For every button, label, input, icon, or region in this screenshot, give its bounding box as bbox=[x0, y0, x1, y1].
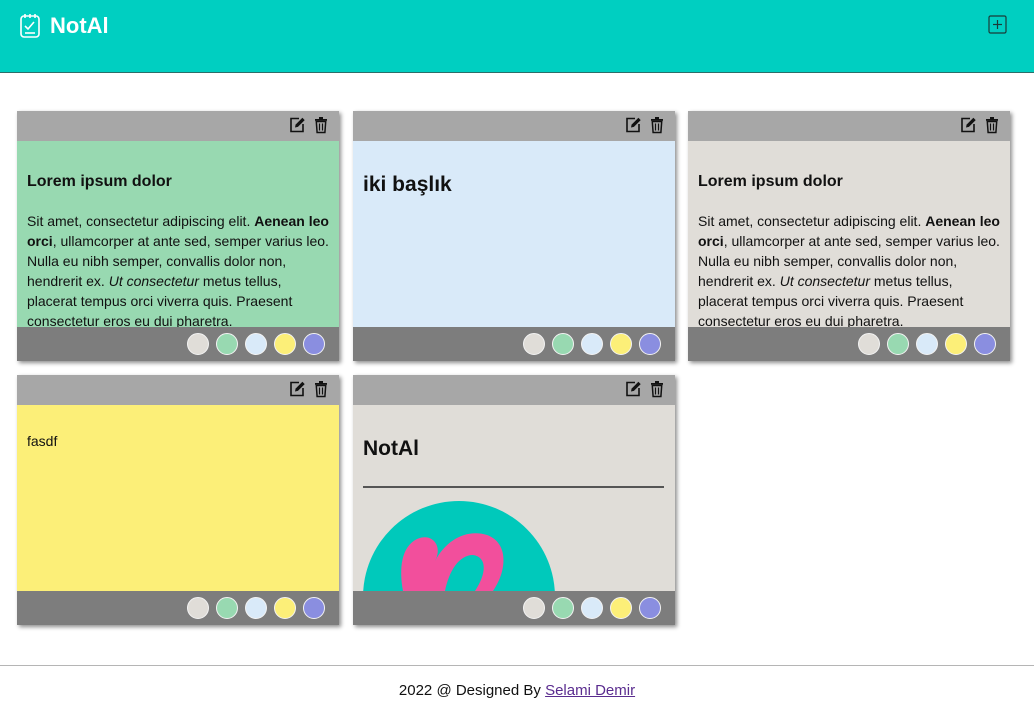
color-picker bbox=[353, 591, 675, 625]
color-swatch-grey[interactable] bbox=[858, 333, 880, 355]
color-swatch-green[interactable] bbox=[216, 597, 238, 619]
note-text: Sit amet, consectetur adipiscing elit. A… bbox=[698, 213, 1000, 327]
footer-divider bbox=[0, 665, 1034, 666]
note-text: Sit amet, consectetur adipiscing elit. A… bbox=[27, 213, 329, 327]
note-text: fasdf bbox=[27, 433, 58, 449]
color-swatch-blue[interactable] bbox=[581, 333, 603, 355]
color-swatch-grey[interactable] bbox=[187, 333, 209, 355]
author-link[interactable]: Selami Demir bbox=[545, 682, 635, 699]
edit-icon[interactable] bbox=[624, 380, 642, 398]
trash-icon[interactable] bbox=[983, 116, 1001, 134]
note-toolbar bbox=[353, 111, 675, 141]
color-swatch-yellow[interactable] bbox=[610, 597, 632, 619]
teal-circle-pink-logo-image bbox=[363, 501, 555, 591]
color-picker bbox=[353, 327, 675, 361]
brand[interactable]: NotAl bbox=[18, 10, 109, 42]
app-header: NotAl bbox=[0, 0, 1034, 73]
notepad-check-icon bbox=[20, 14, 40, 38]
color-swatch-green[interactable] bbox=[552, 597, 574, 619]
note-card: NotAl bbox=[353, 375, 675, 625]
edit-icon[interactable] bbox=[288, 380, 306, 398]
note-toolbar bbox=[688, 111, 1010, 141]
note-card: Lorem ipsum dolor Sit amet, consectetur … bbox=[688, 111, 1010, 361]
color-swatch-blue[interactable] bbox=[581, 597, 603, 619]
note-content[interactable]: NotAl bbox=[353, 405, 675, 591]
note-card: Lorem ipsum dolor Sit amet, consectetur … bbox=[17, 111, 339, 361]
note-toolbar bbox=[353, 375, 675, 405]
color-swatch-blue[interactable] bbox=[245, 333, 267, 355]
color-swatch-purple[interactable] bbox=[639, 597, 661, 619]
color-swatch-purple[interactable] bbox=[303, 597, 325, 619]
trash-icon[interactable] bbox=[648, 116, 666, 134]
note-title: Lorem ipsum dolor bbox=[27, 173, 172, 190]
footer-text: 2022 @ Designed By bbox=[398, 682, 546, 699]
trash-icon[interactable] bbox=[312, 116, 330, 134]
edit-icon[interactable] bbox=[288, 116, 306, 134]
edit-icon[interactable] bbox=[624, 116, 642, 134]
color-swatch-yellow[interactable] bbox=[610, 333, 632, 355]
color-swatch-yellow[interactable] bbox=[274, 333, 296, 355]
note-content[interactable]: Lorem ipsum dolor Sit amet, consectetur … bbox=[17, 141, 339, 327]
divider bbox=[363, 486, 664, 488]
note-content[interactable]: fasdf bbox=[17, 405, 339, 591]
color-swatch-blue[interactable] bbox=[245, 597, 267, 619]
color-swatch-green[interactable] bbox=[887, 333, 909, 355]
add-note-button[interactable] bbox=[987, 14, 1009, 36]
note-toolbar bbox=[17, 111, 339, 141]
edit-icon[interactable] bbox=[959, 116, 977, 134]
note-card: iki başlık bbox=[353, 111, 675, 361]
color-swatch-purple[interactable] bbox=[974, 333, 996, 355]
note-title: iki başlık bbox=[363, 173, 452, 196]
color-swatch-yellow[interactable] bbox=[274, 597, 296, 619]
app-title: NotAl bbox=[50, 13, 109, 38]
note-content[interactable]: Lorem ipsum dolor Sit amet, consectetur … bbox=[688, 141, 1010, 327]
color-swatch-yellow[interactable] bbox=[945, 333, 967, 355]
color-swatch-grey[interactable] bbox=[523, 333, 545, 355]
color-swatch-blue[interactable] bbox=[916, 333, 938, 355]
note-toolbar bbox=[17, 375, 339, 405]
color-picker bbox=[688, 327, 1010, 361]
color-swatch-green[interactable] bbox=[552, 333, 574, 355]
color-swatch-purple[interactable] bbox=[303, 333, 325, 355]
color-picker bbox=[17, 327, 339, 361]
note-card: fasdf bbox=[17, 375, 339, 625]
color-swatch-grey[interactable] bbox=[187, 597, 209, 619]
color-swatch-green[interactable] bbox=[216, 333, 238, 355]
note-content[interactable]: iki başlık bbox=[353, 141, 675, 327]
color-swatch-grey[interactable] bbox=[523, 597, 545, 619]
trash-icon[interactable] bbox=[312, 380, 330, 398]
footer: 2022 @ Designed By Selami Demir bbox=[0, 681, 1034, 701]
note-title: NotAl bbox=[363, 437, 419, 460]
color-swatch-purple[interactable] bbox=[639, 333, 661, 355]
trash-icon[interactable] bbox=[648, 380, 666, 398]
color-picker bbox=[17, 591, 339, 625]
note-title: Lorem ipsum dolor bbox=[698, 173, 843, 190]
